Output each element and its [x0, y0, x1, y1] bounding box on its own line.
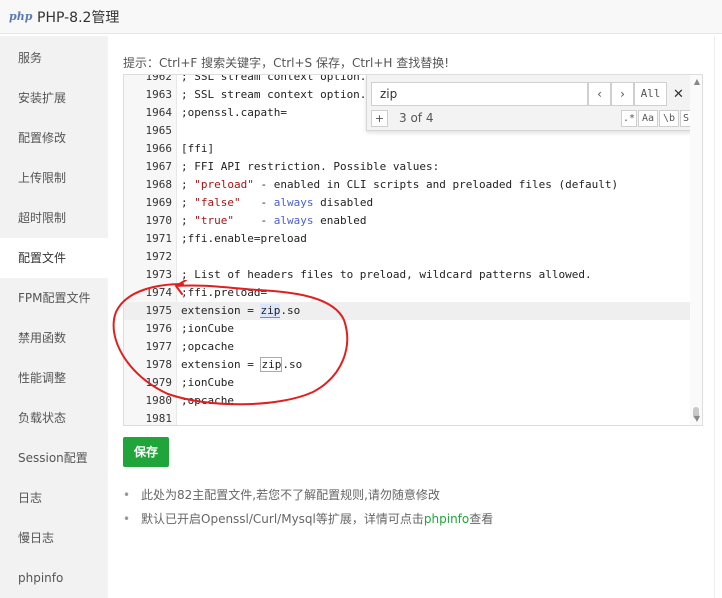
sidebar-item-timeout-limit[interactable]: 超时限制	[0, 198, 108, 238]
phpinfo-link[interactable]: phpinfo	[424, 512, 469, 526]
sidebar-item-phpinfo[interactable]: phpinfo	[0, 558, 108, 598]
code-text: ; "false" - always disabled	[181, 196, 374, 209]
sidebar-item-config-file[interactable]: 配置文件	[0, 238, 108, 278]
code-line: 1968 ; "preload" - enabled in CLI scripts…	[124, 176, 692, 194]
toggle-replace-button[interactable]: +	[371, 110, 388, 127]
shortcut-hint: 提示：Ctrl+F 搜索关键字，Ctrl+S 保存，Ctrl+H 查找替换!	[123, 56, 450, 70]
scroll-down-icon[interactable]: ▼	[694, 414, 700, 423]
sidebar-item-fpm-config[interactable]: FPM配置文件	[0, 278, 108, 318]
code-line: 1969 ; "false" - always disabled	[124, 194, 692, 212]
code-line: 1967 ; FFI API restriction. Possible valu…	[124, 158, 692, 176]
code-text: ; SSL stream context option...	[181, 74, 380, 83]
editor-scrollbar[interactable]: ▲ ▼	[690, 75, 702, 425]
code-line: 1966 [ffi]	[124, 140, 692, 158]
line-number: 1968	[145, 178, 173, 191]
sidebar-item-config-edit[interactable]: 配置修改	[0, 118, 108, 158]
title-bar: php PHP-8.2管理	[0, 0, 722, 34]
code-line: 1970 ; "true" - always enabled	[124, 212, 692, 230]
php-logo: php	[9, 10, 33, 23]
code-text: ; FFI API restriction. Possible values:	[181, 160, 440, 173]
list-item: • 默认已开启Openssl/Curl/Mysql等扩展，详情可点击phpinf…	[123, 510, 493, 534]
search-input[interactable]: zip	[371, 82, 588, 106]
code-text: [ffi]	[181, 142, 215, 155]
line-number: 1965	[145, 124, 173, 137]
find-next-button[interactable]: ›	[611, 82, 634, 106]
window-edge	[714, 36, 722, 598]
save-button[interactable]: 保存	[123, 437, 169, 467]
note-suffix: 查看	[469, 512, 494, 526]
red-circle-annotation	[112, 280, 349, 406]
match-count: 3 of 4	[399, 111, 434, 125]
scroll-up-icon[interactable]: ▲	[694, 77, 700, 86]
sidebar: 服务 安装扩展 配置修改 上传限制 超时限制 配置文件 FPM配置文件 禁用函数…	[0, 36, 108, 598]
line-number: 1970	[145, 214, 173, 227]
code-text: ;ffi.enable=preload	[181, 232, 307, 245]
sidebar-item-service[interactable]: 服务	[0, 38, 108, 78]
php-manager-window: php PHP-8.2管理 服务 安装扩展 配置修改 上传限制 超时限制 配置文…	[0, 0, 722, 598]
sidebar-item-load-status[interactable]: 负载状态	[0, 398, 108, 438]
code-text: ; SSL stream context option.	[181, 88, 367, 101]
sidebar-item-log[interactable]: 日志	[0, 478, 108, 518]
line-number: 1969	[145, 196, 173, 209]
code-text: ; "preload" - enabled in CLI scripts and…	[181, 178, 619, 191]
note-text: 默认已开启Openssl/Curl/Mysql等扩展，详情可点击	[141, 512, 424, 526]
sidebar-item-disabled-functions[interactable]: 禁用函数	[0, 318, 108, 358]
bullet-icon: •	[123, 488, 131, 502]
notes-list: • 此处为82主配置文件,若您不了解配置规则,请勿随意修改 • 默认已开启Ope…	[123, 486, 493, 534]
find-previous-button[interactable]: ‹	[588, 82, 611, 106]
line-number: 1963	[145, 88, 173, 101]
list-item: • 此处为82主配置文件,若您不了解配置规则,请勿随意修改	[123, 486, 493, 510]
note-text: 此处为82主配置文件,若您不了解配置规则,请勿随意修改	[141, 488, 440, 502]
regex-toggle[interactable]: .*	[621, 110, 637, 127]
sidebar-item-performance[interactable]: 性能调整	[0, 358, 108, 398]
line-number: 1971	[145, 232, 173, 245]
code-line: 1971 ;ffi.enable=preload	[124, 230, 692, 248]
case-sensitive-toggle[interactable]: Aa	[638, 110, 658, 127]
sidebar-item-slow-log[interactable]: 慢日志	[0, 518, 108, 558]
line-number: 1972	[145, 250, 173, 263]
line-number: 1981	[145, 412, 173, 425]
close-icon[interactable]: ✕	[673, 87, 684, 102]
bullet-icon: •	[123, 512, 131, 526]
code-text: ;openssl.capath=	[181, 106, 287, 119]
find-widget: zip ‹ › All ✕ + 3 of 4 .* Aa \b S	[366, 75, 696, 131]
find-all-button[interactable]: All	[634, 82, 667, 106]
sidebar-item-session[interactable]: Session配置	[0, 438, 108, 478]
whole-word-toggle[interactable]: \b	[659, 110, 679, 127]
line-number: 1966	[145, 142, 173, 155]
sidebar-item-upload-limit[interactable]: 上传限制	[0, 158, 108, 198]
code-line: 1981	[124, 410, 692, 425]
window-title: PHP-8.2管理	[37, 10, 120, 26]
sidebar-item-install-extensions[interactable]: 安装扩展	[0, 78, 108, 118]
code-text: ; "true" - always enabled	[181, 214, 367, 227]
code-line: 1972	[124, 248, 692, 266]
line-number: 1967	[145, 160, 173, 173]
line-number: 1964	[145, 106, 173, 119]
